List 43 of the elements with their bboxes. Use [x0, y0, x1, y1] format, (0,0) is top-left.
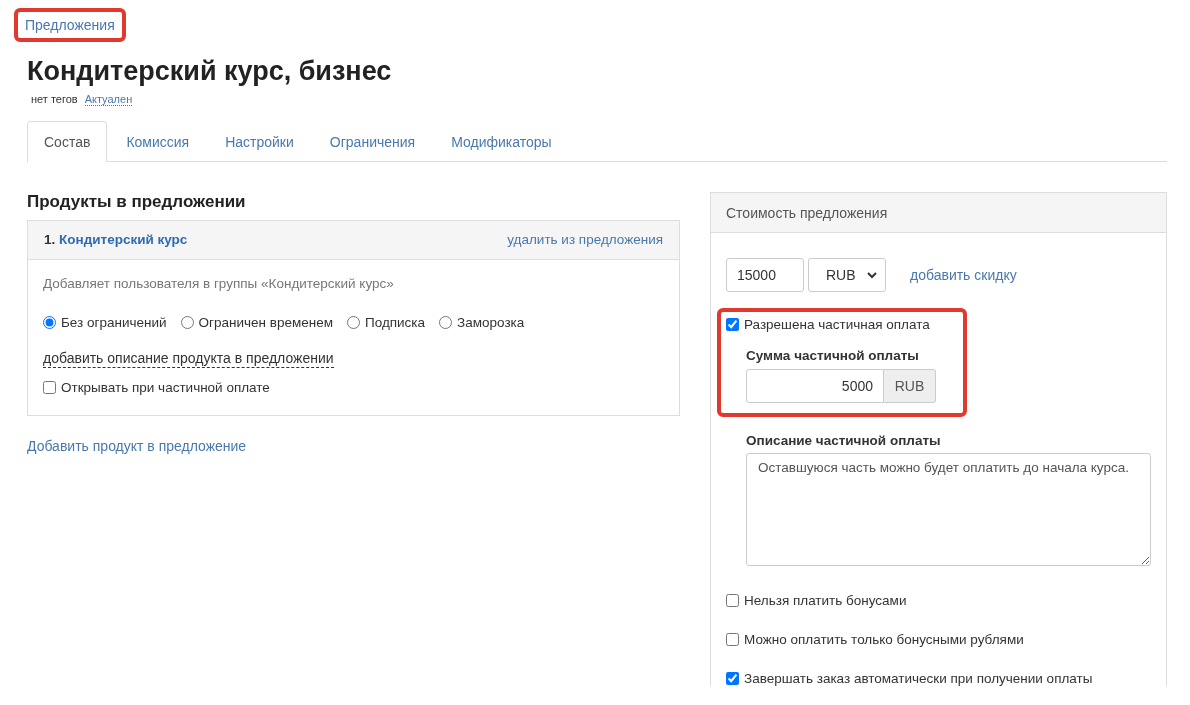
add-description-link[interactable]: добавить описание продукта в предложении	[43, 350, 334, 368]
tab[interactable]: Модификаторы	[434, 121, 569, 162]
radio-button[interactable]	[439, 316, 453, 329]
radio-label: Ограничен временем	[198, 315, 333, 330]
tags-label: нет тегов	[31, 93, 78, 106]
checkbox[interactable]	[726, 318, 739, 331]
add-discount-link[interactable]: добавить скидку	[910, 267, 1017, 283]
chevron-down-icon	[867, 271, 877, 279]
tab[interactable]: Настройки	[208, 121, 311, 162]
radio-button[interactable]	[43, 316, 56, 329]
remove-link[interactable]: удалить из предложения	[507, 232, 663, 247]
checkbox-label: Завершать заказ автоматически при получении оплаты	[744, 671, 1093, 686]
radio-label: Подписка	[364, 315, 426, 330]
description-textarea[interactable]: Оставшуюся часть можно будет оплатить до начала курса.	[746, 453, 1151, 566]
checkbox[interactable]	[43, 381, 56, 394]
checkbox[interactable]	[726, 594, 739, 607]
price-input[interactable]: 15000	[726, 258, 804, 292]
tab[interactable]: Состав	[27, 121, 108, 162]
product-description: Добавляет пользователя в группы «Кондитерский курс»	[43, 276, 395, 291]
product-title: 1. Кондитерский курс	[44, 232, 188, 247]
currency-select[interactable]: RUB	[808, 258, 886, 292]
radio-label: Заморозка	[457, 315, 525, 330]
status-link[interactable]: Актуален	[84, 93, 133, 106]
checkbox-label: Нельзя платить бонусами	[744, 593, 907, 608]
field-label: Сумма частичной оплаты	[746, 348, 920, 363]
checkbox[interactable]	[726, 672, 739, 685]
page-title: Кондитерский курс, бизнес	[27, 56, 393, 87]
radio-label: Без ограничений	[61, 315, 167, 330]
checkbox-label: Можно оплатить только бонусными рублями	[744, 632, 1024, 647]
partial-sum-input[interactable]: 5000	[746, 369, 884, 403]
add-product-link[interactable]: Добавить продукт в предложение	[27, 438, 247, 454]
checkbox-label: Разрешена частичная оплата	[744, 317, 930, 332]
panel-heading: Стоимость предложения	[711, 193, 1166, 233]
tab[interactable]: Комиссия	[109, 121, 207, 162]
radio-button[interactable]	[180, 316, 194, 329]
field-label: Описание частичной оплаты	[746, 433, 942, 448]
checkbox-label: Открывать при частичной оплате	[61, 380, 270, 395]
breadcrumb-link[interactable]: Предложения	[25, 17, 115, 33]
currency-addon: RUB	[884, 369, 936, 403]
section-heading: Продукты в предложении	[27, 192, 247, 212]
checkbox[interactable]	[726, 633, 739, 646]
radio-button[interactable]	[346, 316, 360, 329]
tab[interactable]: Ограничения	[312, 121, 433, 162]
